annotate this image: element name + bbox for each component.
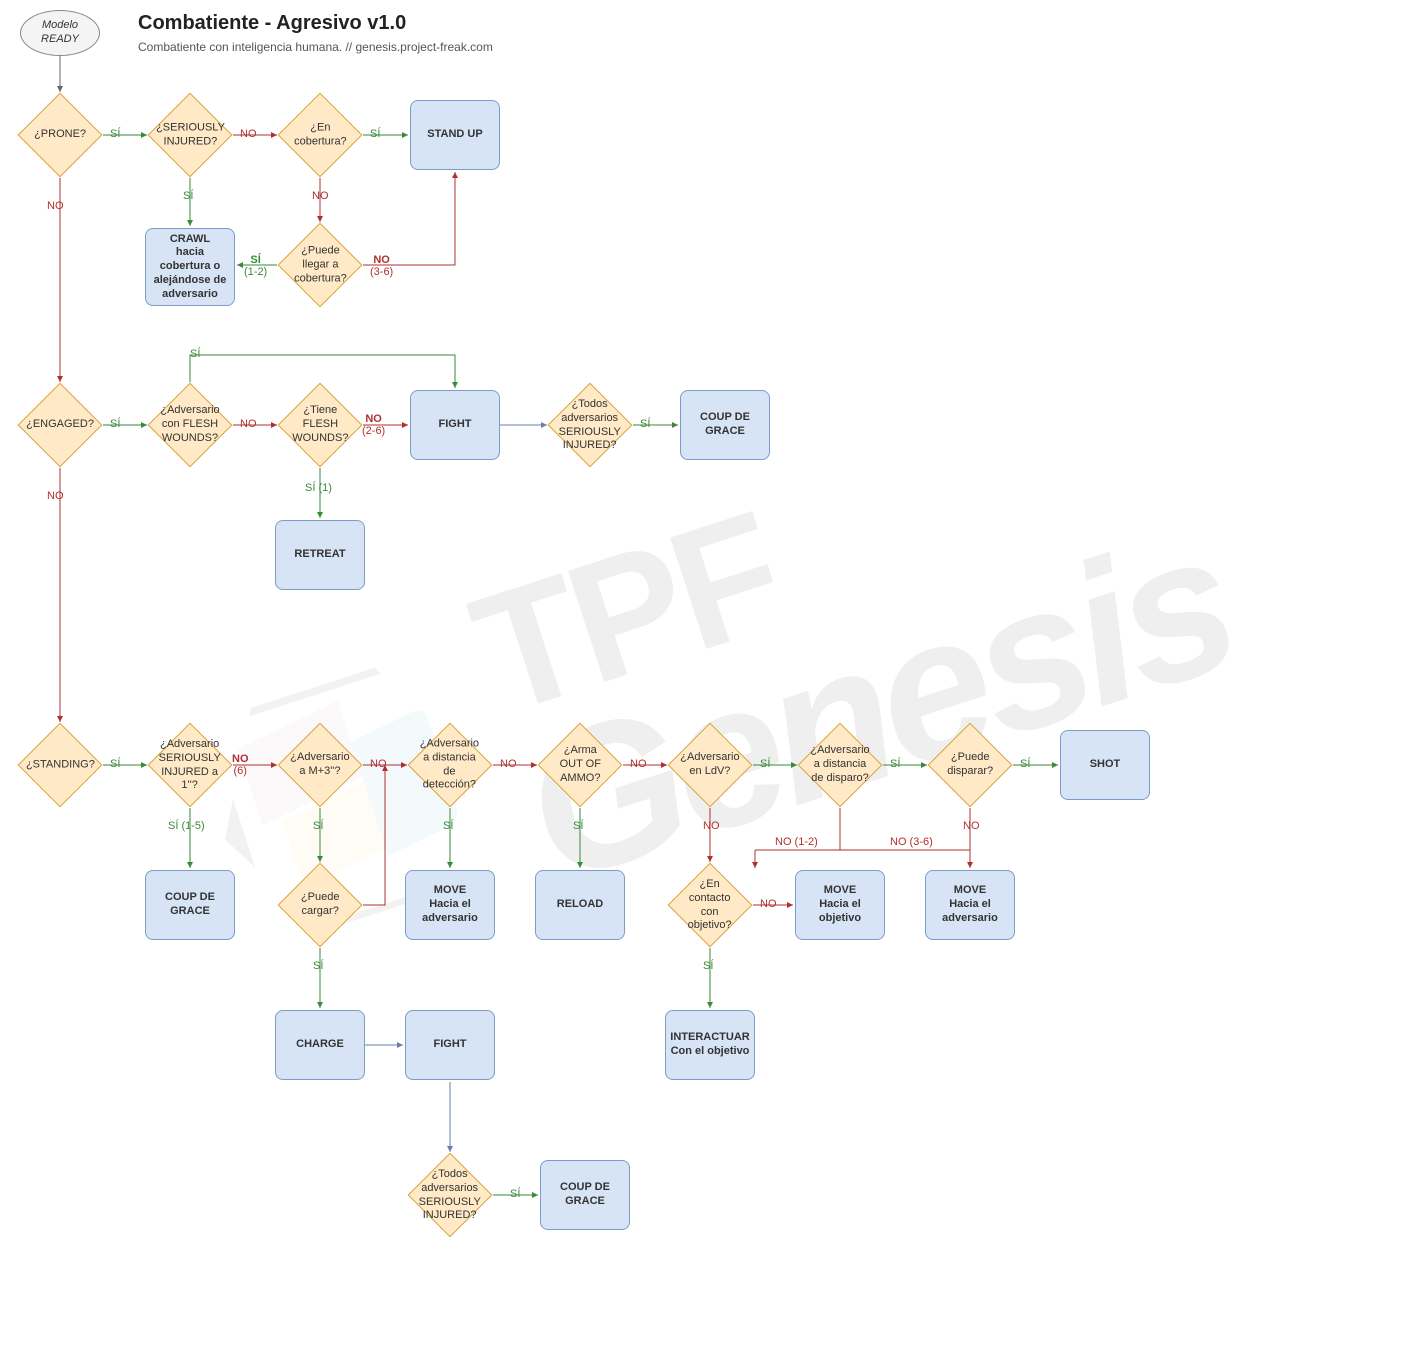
- decision-contacto-objetivo: ¿En contacto con objetivo?: [668, 863, 753, 948]
- edge-encob-no: NO: [312, 190, 329, 202]
- edge-advfw-no: NO: [240, 418, 257, 430]
- page-title: Combatiente - Agresivo v1.0: [138, 12, 406, 35]
- edge-advsi1-yes: SÍ (1-5): [168, 820, 205, 832]
- edge-dispdist-no12: NO (1-2): [775, 836, 818, 848]
- edge-advm3-yes: SÍ: [313, 820, 323, 832]
- action-charge: CHARGE: [275, 1010, 365, 1080]
- decision-adv-ldv: ¿Adversario en LdV?: [668, 723, 753, 808]
- edge-puededisp-yes: SÍ: [1020, 758, 1030, 770]
- edge-standing-yes: SÍ: [110, 758, 120, 770]
- decision-adversario-flesh-wounds: ¿Adversario con FLESH WOUNDS?: [148, 383, 233, 468]
- action-move-objetivo: MOVEHacia el objetivo: [795, 870, 885, 940]
- action-shot: SHOT: [1060, 730, 1150, 800]
- action-coup-de-grace-1: COUP DE GRACE: [680, 390, 770, 460]
- edge-serinj-yes: SÍ: [183, 190, 193, 202]
- diagram-canvas: Combatiente - Agresivo v1.0 Combatiente …: [0, 0, 1422, 1362]
- edge-engaged-no: NO: [47, 490, 64, 502]
- edge-ldv-yes: SÍ: [760, 758, 770, 770]
- decision-en-cobertura: ¿En cobertura?: [278, 93, 363, 178]
- edge-ammo-no: NO: [630, 758, 647, 770]
- edge-contacto-yes: SÍ: [703, 960, 713, 972]
- decision-llegar-cobertura: ¿Puede llegar a cobertura?: [278, 223, 363, 308]
- connectors: [0, 0, 1422, 1362]
- action-move-adversario-2: MOVEHacia el adversario: [925, 870, 1015, 940]
- edge-llegacob-yes: SÍ(1-2): [244, 254, 267, 278]
- edge-dispdist-no36: NO (3-6): [890, 836, 933, 848]
- page-subtitle: Combatiente con inteligencia humana. // …: [138, 40, 493, 54]
- decision-adv-si-1in: ¿Adversario SERIOUSLY INJURED a 1''?: [148, 723, 233, 808]
- edge-advm3-no: NO: [370, 758, 387, 770]
- decision-seriously-injured: ¿SERIOUSLY INJURED?: [148, 93, 233, 178]
- edge-tienefw-no: NO(2-6): [362, 413, 385, 437]
- action-crawl: CRAWLhacia cobertura o alejándose de adv…: [145, 228, 235, 306]
- decision-todos-seriously-injured-2: ¿Todos adversarios SERIOUSLY INJURED?: [408, 1153, 493, 1238]
- action-move-adversario-1: MOVEHacia el adversario: [405, 870, 495, 940]
- edge-detec-no: NO: [500, 758, 517, 770]
- edge-engaged-yes: SÍ: [110, 418, 120, 430]
- action-fight-2: FIGHT: [405, 1010, 495, 1080]
- edge-prone-yes: SÍ: [110, 128, 120, 140]
- edge-tienefw-yes: SÍ (1): [305, 482, 332, 494]
- action-stand-up: STAND UP: [410, 100, 500, 170]
- decision-puede-disparar: ¿Puede disparar?: [928, 723, 1013, 808]
- decision-prone: ¿PRONE?: [18, 93, 103, 178]
- edge-prone-no: NO: [47, 200, 64, 212]
- decision-puede-cargar: ¿Puede cargar?: [278, 863, 363, 948]
- decision-tiene-flesh-wounds: ¿Tiene FLESH WOUNDS?: [278, 383, 363, 468]
- decision-adv-distancia-disparo: ¿Adversario a distancia de disparo?: [798, 723, 883, 808]
- action-interactuar: INTERACTUARCon el objetivo: [665, 1010, 755, 1080]
- edge-ldv-no: NO: [703, 820, 720, 832]
- action-coup-de-grace-2: COUP DE GRACE: [145, 870, 235, 940]
- edge-serinj-no: NO: [240, 128, 257, 140]
- action-reload: RELOAD: [535, 870, 625, 940]
- edge-dispdist-yes: SÍ: [890, 758, 900, 770]
- edge-ammo-yes: SÍ: [573, 820, 583, 832]
- action-fight-1: FIGHT: [410, 390, 500, 460]
- edge-cargar-yes: SÍ: [313, 960, 323, 972]
- edge-advfw-yes: SÍ: [190, 348, 200, 360]
- edge-llegacob-no: NO(3-6): [370, 254, 393, 278]
- decision-standing: ¿STANDING?: [18, 723, 103, 808]
- edge-contacto-no: NO: [760, 898, 777, 910]
- action-coup-de-grace-3: COUP DE GRACE: [540, 1160, 630, 1230]
- edge-puededisp-no: NO: [963, 820, 980, 832]
- decision-out-of-ammo: ¿Arma OUT OF AMMO?: [538, 723, 623, 808]
- start-node: Modelo READY: [20, 10, 100, 56]
- action-retreat: RETREAT: [275, 520, 365, 590]
- edge-encob-yes: SÍ: [370, 128, 380, 140]
- edge-todos1-yes: SÍ: [640, 418, 650, 430]
- edge-detec-yes: SÍ: [443, 820, 453, 832]
- edge-todos2-yes: SÍ: [510, 1188, 520, 1200]
- decision-todos-seriously-injured-1: ¿Todos adversarios SERIOUSLY INJURED?: [548, 383, 633, 468]
- decision-adv-m3: ¿Adversario a M+3''?: [278, 723, 363, 808]
- decision-engaged: ¿ENGAGED?: [18, 383, 103, 468]
- decision-adv-deteccion: ¿Adversario a distancia de detección?: [408, 723, 493, 808]
- edge-advsi1-no: NO(6): [232, 753, 249, 777]
